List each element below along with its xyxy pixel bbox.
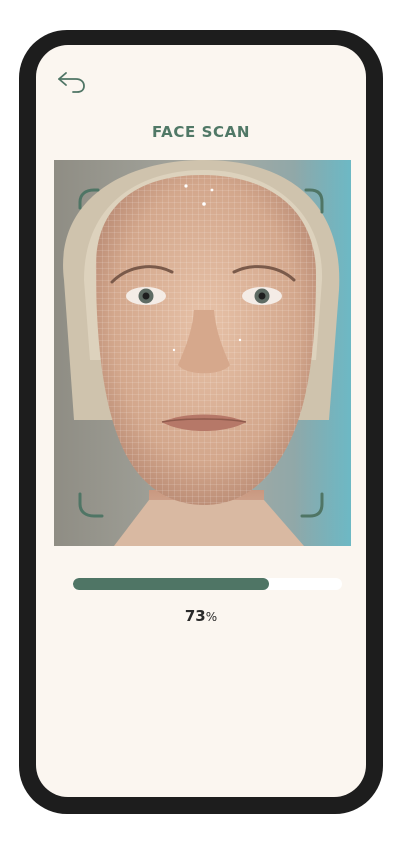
phone-frame: FACE SCAN 73% — [19, 30, 383, 814]
page-title: FACE SCAN — [152, 123, 250, 141]
scan-progress-bar — [73, 578, 342, 590]
scan-progress-value: 73 — [184, 607, 206, 625]
face-scan-viewport — [54, 160, 351, 546]
app-screen: FACE SCAN 73% — [36, 45, 366, 797]
back-arrow-icon — [56, 65, 90, 95]
scan-progress-label: 73% — [36, 607, 366, 626]
back-button[interactable] — [56, 65, 90, 95]
face-scan-photo — [54, 160, 351, 546]
scan-progress-unit: % — [205, 610, 218, 624]
scan-progress-fill — [73, 578, 270, 590]
